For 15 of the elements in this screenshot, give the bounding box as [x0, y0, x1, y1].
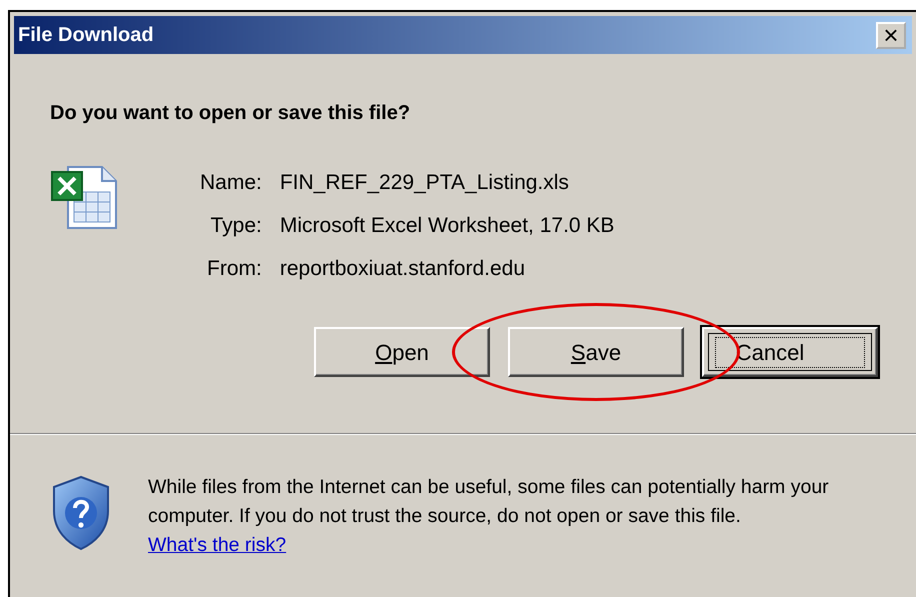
close-button[interactable]: ×: [876, 22, 906, 48]
field-value: reportboxiuat.stanford.edu: [280, 256, 526, 282]
dialog-button[interactable]: Open: [314, 327, 490, 377]
spreadsheet-file-icon: [50, 164, 120, 230]
field-value: FIN_REF_229_PTA_Listing.xls: [280, 170, 570, 196]
question-heading: Do you want to open or save this file?: [50, 101, 412, 126]
warning-text: While files from the Internet can be useful, some files can potentially harm your computer. If you do not trust the source, do not open or save this file. What's the risk?: [148, 475, 830, 558]
risk-link[interactable]: What's the risk?: [148, 534, 286, 556]
window-title: File Download: [18, 23, 154, 48]
field-label: Name:: [200, 170, 262, 196]
dialog-button[interactable]: Save: [508, 327, 684, 377]
field-label: From:: [206, 256, 262, 282]
field-label: Type:: [209, 213, 262, 239]
security-shield-icon: [50, 475, 112, 551]
field-value: Microsoft Excel Worksheet, 17.0 KB: [280, 213, 614, 239]
